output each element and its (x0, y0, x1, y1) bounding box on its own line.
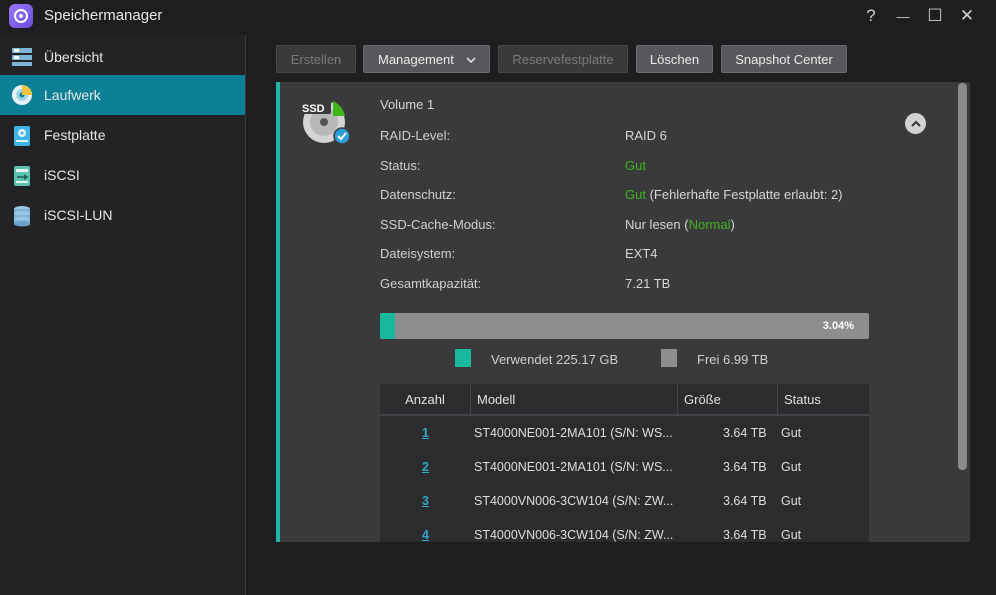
used-legend-label: Verwendet 225.17 GB (491, 352, 619, 367)
disk-number-link[interactable]: 2 (422, 460, 429, 474)
volume-name: Volume 1 (380, 97, 435, 112)
disk-size: 3.64 TB (723, 460, 767, 474)
close-button[interactable]: ✕ (953, 4, 981, 28)
disk-number-link[interactable]: 1 (422, 426, 429, 440)
free-legend-label: Frei 6.99 TB (697, 352, 769, 367)
sidebar-item-label: Laufwerk (44, 87, 101, 103)
disk-status: Gut (781, 528, 802, 542)
usage-bar-fill (380, 313, 395, 339)
column-header-size[interactable]: Größe (678, 384, 777, 415)
sidebar-item-overview[interactable]: Übersicht (0, 37, 245, 77)
protection-note: (Fehlerhafte Festplatte erlaubt: 2) (645, 187, 843, 202)
sidebar: Übersicht Laufwerk Festplatte iSCSI iSCS… (0, 35, 246, 595)
disk-size: 3.64 TB (723, 528, 767, 542)
minimize-button[interactable]: — (889, 4, 917, 28)
chevron-down-icon (466, 57, 476, 63)
disk-status: Gut (781, 460, 802, 474)
sidebar-item-disk[interactable]: Festplatte (0, 115, 245, 155)
ssd-cache-state: Normal (688, 217, 731, 232)
usage-percent: 3.04% (822, 320, 854, 332)
ssd-badge: SSD (302, 103, 325, 115)
window-title: Speichermanager (44, 7, 163, 24)
ssd-volume-icon: SSD (301, 101, 351, 145)
sidebar-item-volume[interactable]: Laufwerk (0, 75, 245, 115)
disk-status: Gut (781, 494, 802, 508)
capacity-label: Gesamtkapazität: (380, 276, 482, 291)
status-value: Gut (625, 158, 646, 173)
column-header-count[interactable]: Anzahl (380, 384, 470, 415)
iscsi-lun-icon (14, 206, 30, 227)
chevron-up-icon (910, 120, 921, 127)
raid-level-value: RAID 6 (625, 128, 667, 143)
used-legend-swatch (455, 349, 471, 367)
sidebar-item-label: iSCSI-LUN (44, 207, 113, 223)
filesystem-value: EXT4 (625, 246, 658, 261)
overview-icon (12, 48, 32, 66)
delete-button[interactable]: Löschen (636, 45, 713, 73)
management-button[interactable]: Management (363, 45, 490, 73)
disk-model: ST4000NE001-2MA101 (S/N: WS... (474, 426, 673, 440)
sidebar-item-iscsi-lun[interactable]: iSCSI-LUN (0, 195, 245, 235)
usage-bar: 3.04% (380, 313, 869, 339)
spare-disk-button[interactable]: Reservefestplatte (498, 45, 628, 73)
disk-size: 3.64 TB (723, 426, 767, 440)
disk-status: Gut (781, 426, 802, 440)
disk-size: 3.64 TB (723, 494, 767, 508)
capacity-value: 7.21 TB (625, 276, 671, 291)
ssd-cache-value: Nur lesen ( (625, 217, 689, 232)
disk-model: ST4000NE001-2MA101 (S/N: WS... (474, 460, 673, 474)
snapshot-center-button[interactable]: Snapshot Center (721, 45, 847, 73)
sidebar-item-label: Festplatte (44, 127, 106, 143)
raid-level-label: RAID-Level: (380, 128, 451, 143)
management-label: Management (378, 51, 454, 67)
sidebar-item-label: iSCSI (44, 167, 80, 183)
protection-label: Datenschutz: (380, 187, 456, 202)
scrollbar[interactable] (958, 83, 967, 470)
disk-model: ST4000VN006-3CW104 (S/N: ZW... (474, 528, 674, 542)
column-header-status[interactable]: Status (778, 384, 869, 415)
disk-icon (14, 126, 30, 146)
iscsi-icon (14, 166, 30, 186)
disk-number-link[interactable]: 4 (422, 528, 429, 542)
maximize-button[interactable]: ☐ (921, 4, 949, 28)
create-button[interactable]: Erstellen (276, 45, 356, 73)
filesystem-label: Dateisystem: (380, 246, 456, 261)
sidebar-item-iscsi[interactable]: iSCSI (0, 155, 245, 195)
volume-icon (12, 85, 32, 105)
help-button[interactable]: ? (857, 4, 885, 28)
column-header-model[interactable]: Modell (471, 384, 677, 415)
disk-model: ST4000VN006-3CW104 (S/N: ZW... (474, 494, 674, 508)
disk-number-link[interactable]: 3 (422, 494, 429, 508)
status-label: Status: (380, 158, 421, 173)
ssd-cache-label: SSD-Cache-Modus: (380, 217, 496, 232)
app-icon (9, 4, 33, 28)
ssd-cache-value-row: Nur lesen (Normal) (625, 217, 735, 232)
ssd-cache-close: ) (730, 217, 735, 232)
title-bar: Speichermanager ? — ☐ ✕ (0, 0, 996, 33)
sidebar-item-label: Übersicht (44, 49, 104, 65)
free-legend-swatch (661, 349, 677, 367)
collapse-button[interactable] (905, 113, 926, 134)
protection-value: Gut (625, 187, 646, 202)
disk-table: Anzahl Modell Größe Status 1 ST4000NE001… (380, 384, 869, 542)
protection-value-row: Gut (Fehlerhafte Festplatte erlaubt: 2) (625, 187, 843, 202)
